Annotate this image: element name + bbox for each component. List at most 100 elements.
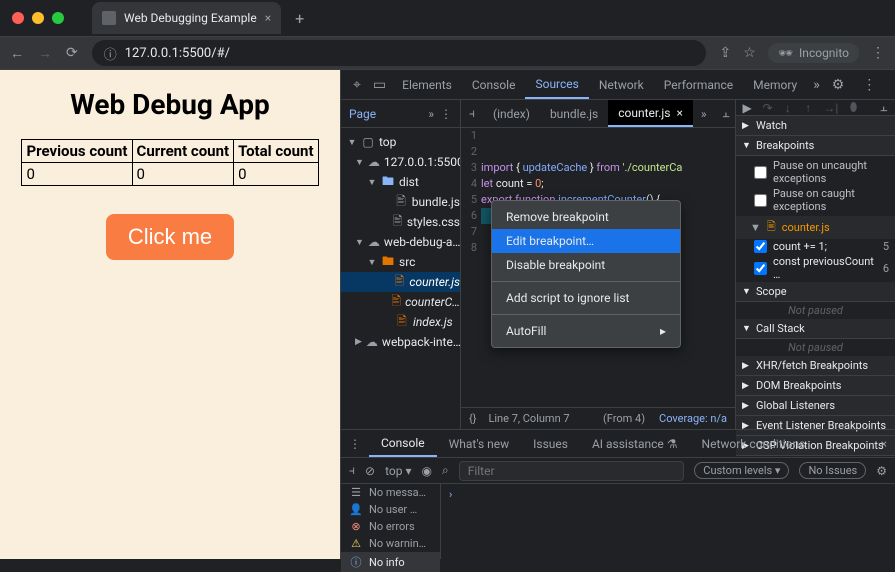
source-from[interactable]: (From 4) — [603, 412, 645, 425]
new-tab-button[interactable]: + — [295, 9, 304, 28]
pane-breakpoints[interactable]: ▼Breakpoints — [736, 136, 895, 156]
more-tabs-icon[interactable]: » — [807, 77, 826, 93]
bp2-checkbox[interactable] — [754, 262, 767, 275]
console-sidebar-toggle-icon[interactable]: ⫞ — [349, 463, 355, 478]
ctx-autofill[interactable]: AutoFill▸ — [492, 319, 680, 343]
browser-menu-button[interactable]: ⋮ — [871, 45, 885, 61]
tree-bundle[interactable]: 🖹bundle.js — [341, 192, 460, 212]
msg-errors[interactable]: ⊗No errors — [341, 518, 440, 535]
ctx-add-ignore[interactable]: Add script to ignore list — [492, 286, 680, 310]
msg-user[interactable]: 👤No user … — [341, 501, 440, 518]
tree-index[interactable]: 🖹index.js — [341, 312, 460, 332]
bookmark-icon[interactable]: ☆ — [743, 45, 756, 61]
file-tab-index[interactable]: (index) — [483, 100, 540, 127]
ctx-remove-breakpoint[interactable]: Remove breakpoint — [492, 205, 680, 229]
pane-watch[interactable]: ▶Watch — [736, 116, 895, 136]
inspect-element-icon[interactable]: ⌖ — [347, 77, 367, 93]
tab-sources[interactable]: Sources — [525, 70, 588, 99]
line-gutter[interactable]: 12345678 — [461, 128, 481, 407]
pane-xhr[interactable]: ▶XHR/fetch Breakpoints — [736, 356, 895, 376]
pause-button[interactable]: ▶ — [742, 101, 752, 115]
tab-memory[interactable]: Memory — [743, 70, 807, 99]
browser-tab[interactable]: Web Debugging Example × — [92, 2, 281, 34]
drawer-tab-issues[interactable]: Issues — [521, 430, 580, 457]
tree-webpack[interactable]: ▶☁webpack-inte… — [341, 332, 460, 352]
ctx-edit-breakpoint[interactable]: Edit breakpoint… — [492, 229, 680, 253]
tree-src[interactable]: ▼🖿src — [341, 252, 460, 272]
pane-global[interactable]: ▶Global Listeners — [736, 396, 895, 416]
console-filter-input[interactable] — [459, 461, 685, 481]
devtools-menu-icon[interactable]: ⋮ — [856, 77, 882, 93]
chk-caught[interactable] — [754, 194, 767, 207]
forward-button[interactable]: → — [38, 45, 52, 62]
drawer-tab-network[interactable]: Network conditions — [690, 430, 818, 457]
tab-console[interactable]: Console — [462, 70, 526, 99]
close-file-icon[interactable]: × — [676, 106, 682, 120]
tree-counterc[interactable]: 🖹counterC… — [341, 292, 460, 312]
console-context[interactable]: top ▾ — [385, 464, 411, 478]
sources-page-tab[interactable]: Page — [349, 107, 376, 121]
deactivate-bp-button[interactable]: ⬮ — [848, 100, 858, 115]
coverage-status[interactable]: Coverage: n/a — [659, 412, 727, 425]
bp-row-1[interactable]: count += 1;5 — [736, 239, 895, 254]
ctx-disable-breakpoint[interactable]: Disable breakpoint — [492, 253, 680, 277]
log-levels[interactable]: Custom levels ▾ — [694, 462, 789, 479]
bp-row-2[interactable]: const previousCount …6 — [736, 254, 895, 282]
pretty-print-icon[interactable]: {} — [469, 412, 476, 425]
window-minimize-icon[interactable] — [32, 12, 44, 24]
pane-callstack[interactable]: ▼Call Stack — [736, 319, 895, 339]
click-me-button[interactable]: Click me — [106, 214, 234, 260]
tab-elements[interactable]: Elements — [392, 70, 462, 99]
drawer-tab-console[interactable]: Console — [369, 430, 437, 457]
step-out-button[interactable]: ↑ — [803, 101, 813, 115]
reload-button[interactable]: ⟳ — [66, 45, 78, 62]
devtools-settings-icon[interactable]: ⚙ — [826, 77, 851, 93]
url-bar[interactable]: ⓘ 127.0.0.1:5500/#/ — [92, 40, 706, 66]
no-issues-badge[interactable]: No Issues — [799, 462, 866, 479]
clear-console-icon[interactable]: ⊘ — [365, 464, 375, 478]
file-tab-counter[interactable]: counter.js× — [608, 100, 693, 127]
site-info-icon[interactable]: ⓘ — [104, 44, 117, 63]
share-icon[interactable]: ⇪ — [720, 45, 732, 61]
tree-domain[interactable]: ▼☁127.0.0.1:5500 — [341, 152, 460, 172]
more-sources-tabs-icon[interactable]: » — [428, 107, 434, 121]
chk-uncaught[interactable] — [754, 166, 767, 179]
toggle-debugger-icon[interactable]: ⫠ — [714, 106, 737, 121]
step-over-button[interactable]: ↷ — [762, 101, 772, 115]
tab-performance[interactable]: Performance — [654, 70, 743, 99]
step-into-button[interactable]: ↓ — [783, 101, 793, 115]
console-settings-icon[interactable]: ⚙ — [876, 464, 887, 478]
window-close-icon[interactable] — [12, 12, 24, 24]
devtools-close-icon[interactable]: × — [888, 77, 895, 93]
window-maximize-icon[interactable] — [52, 12, 64, 24]
console-prompt[interactable]: › — [441, 484, 895, 559]
pane-scope[interactable]: ▼Scope — [736, 282, 895, 302]
tree-top[interactable]: ▼▢top — [341, 132, 460, 152]
more-file-tabs-icon[interactable]: » — [693, 107, 715, 121]
file-tab-bundle[interactable]: bundle.js — [540, 100, 608, 127]
device-toolbar-icon[interactable]: ▭ — [367, 77, 392, 93]
tree-counter[interactable]: 🖹counter.js — [341, 272, 460, 292]
drawer-tab-whatsnew[interactable]: What's new — [437, 430, 522, 457]
sources-menu-icon[interactable]: ⋮ — [440, 107, 452, 121]
debugger-pane-icon[interactable]: ⫠ — [879, 100, 889, 115]
tree-dist[interactable]: ▼🖿dist — [341, 172, 460, 192]
step-button[interactable]: →| — [823, 101, 838, 115]
tree-styles[interactable]: 🖹styles.css — [341, 212, 460, 232]
bp-file-header[interactable]: ▼🖹counter.js — [736, 216, 895, 239]
drawer-close-icon[interactable]: × — [881, 437, 887, 451]
msg-warnings[interactable]: ⚠No warnin… — [341, 535, 440, 552]
tab-network[interactable]: Network — [589, 70, 654, 99]
toggle-navigator-icon[interactable]: ⫞ — [461, 106, 483, 121]
close-tab-icon[interactable]: × — [265, 11, 271, 25]
incognito-indicator[interactable]: 🕶 Incognito — [768, 43, 859, 63]
drawer-tab-ai[interactable]: AI assistance ⚗ — [580, 430, 690, 457]
bp1-checkbox[interactable] — [754, 240, 767, 253]
drawer-menu-icon[interactable]: ⋮ — [349, 437, 369, 451]
pane-dom[interactable]: ▶DOM Breakpoints — [736, 376, 895, 396]
msg-info[interactable]: ⓘNo info — [341, 552, 440, 572]
msg-all[interactable]: ☰No messa… — [341, 484, 440, 501]
tree-webdebug[interactable]: ▼☁web-debug-a… — [341, 232, 460, 252]
back-button[interactable]: ← — [10, 45, 24, 62]
live-expression-icon[interactable]: ◉ — [421, 464, 431, 478]
